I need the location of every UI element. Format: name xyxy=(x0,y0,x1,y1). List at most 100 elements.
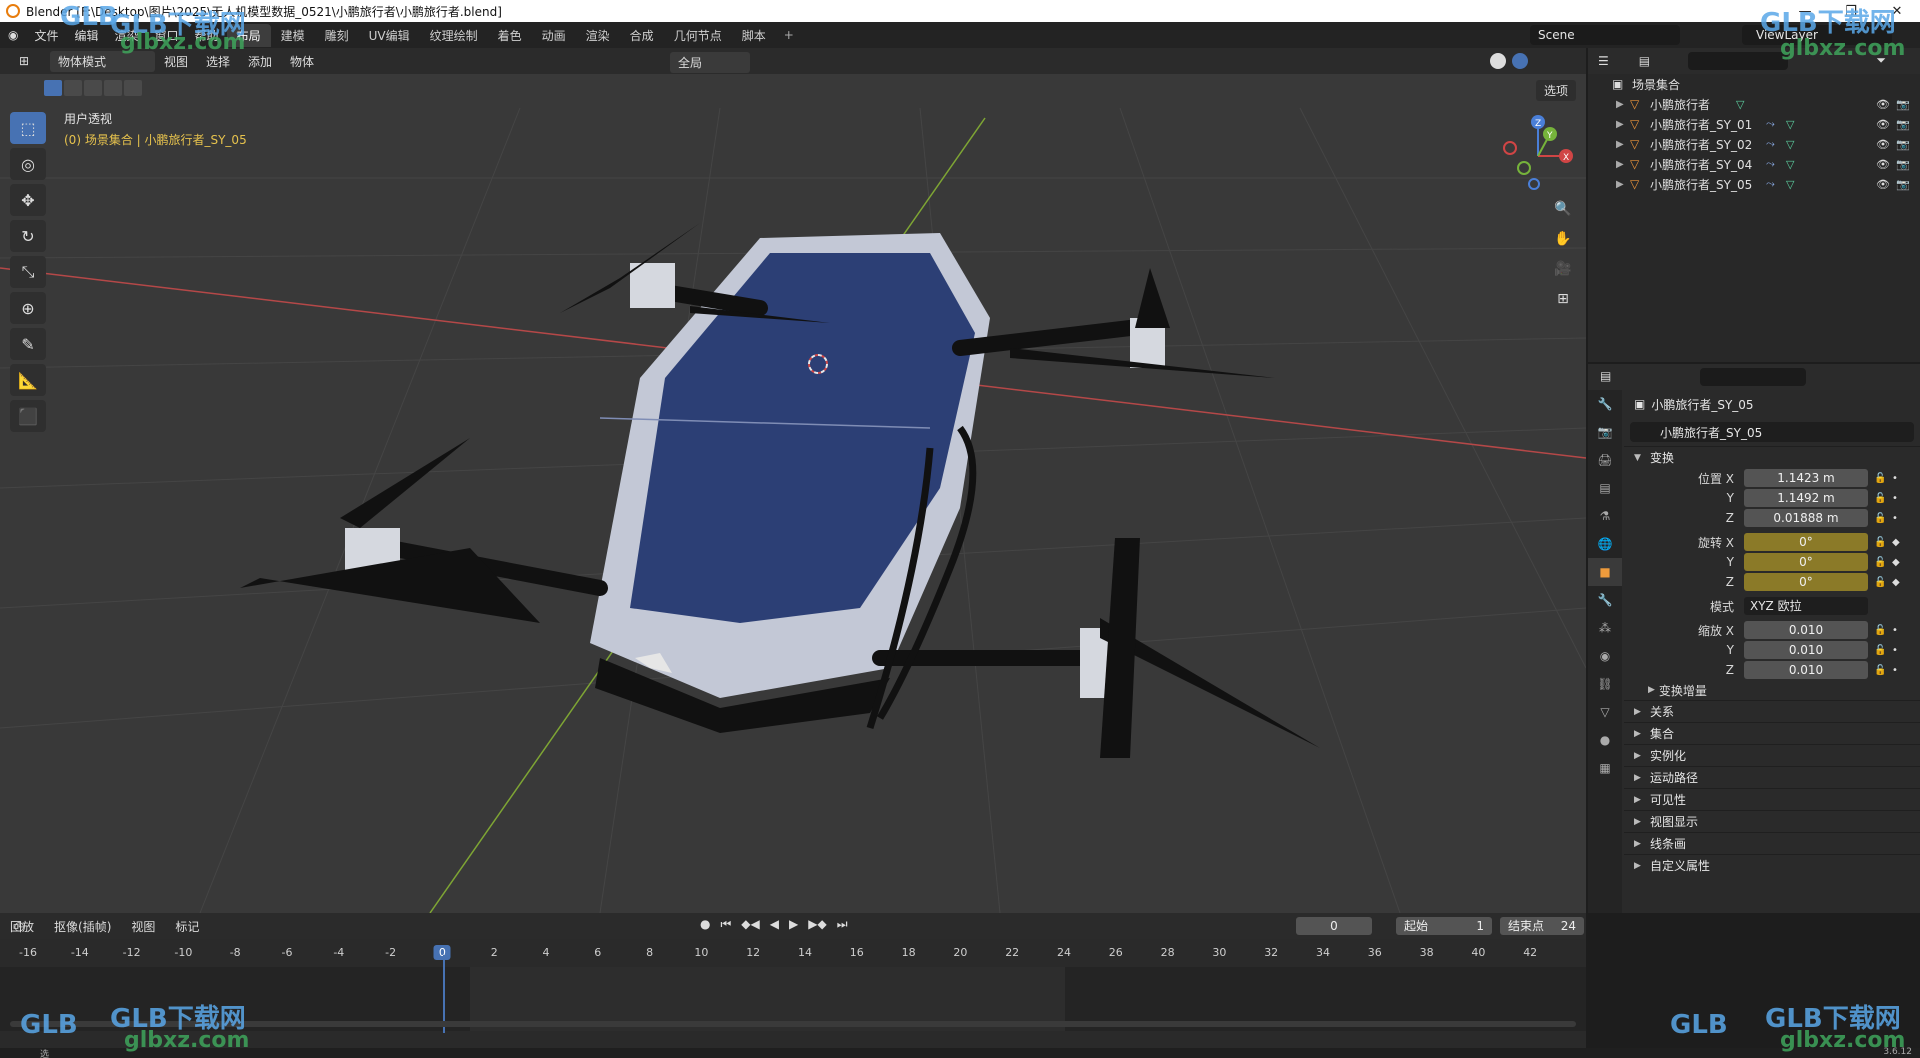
tab-texture-paint[interactable]: 纹理绘制 xyxy=(420,24,488,47)
texture-tab-icon[interactable]: ▦ xyxy=(1588,754,1622,782)
expand-arrow-icon[interactable]: ▶ xyxy=(1616,139,1630,150)
select-subtract-icon[interactable] xyxy=(84,80,102,96)
current-frame-field[interactable]: 0 xyxy=(1296,917,1372,935)
transform-tool-icon[interactable]: ⊕ xyxy=(10,292,46,324)
render-camera-icon[interactable]: 📷 xyxy=(1896,98,1910,111)
add-cube-tool-icon[interactable]: ⬛ xyxy=(10,400,46,432)
menu-add[interactable]: 添加 xyxy=(239,53,281,70)
lock-icon[interactable]: 🔓 xyxy=(1874,513,1886,524)
visibility-eye-icon[interactable]: 👁 xyxy=(1876,178,1890,191)
lock-icon[interactable]: 🔓 xyxy=(1874,645,1886,656)
tab-shading[interactable]: 着色 xyxy=(488,24,532,47)
scene-selector[interactable]: Scene xyxy=(1530,25,1680,45)
move-tool-icon[interactable]: ✥ xyxy=(10,184,46,216)
expand-arrow-icon[interactable]: ▶ xyxy=(1616,159,1630,170)
tab-modeling[interactable]: 建模 xyxy=(271,24,315,47)
select-intersect-icon[interactable] xyxy=(124,80,142,96)
material-tab-icon[interactable]: ● xyxy=(1588,726,1622,754)
location-z-field[interactable]: 0.01888 m xyxy=(1744,509,1868,527)
rotation-mode-select[interactable]: XYZ 欧拉 xyxy=(1744,597,1868,615)
render-camera-icon[interactable]: 📷 xyxy=(1896,138,1910,151)
menu-view[interactable]: 视图 xyxy=(155,53,197,70)
scene-tab-icon[interactable]: ⚗ xyxy=(1588,502,1622,530)
outliner-item-0[interactable]: ▶ ▽ 小鹏旅行者 ▽ 👁 📷 xyxy=(1588,94,1920,114)
ortho-grid-icon[interactable]: ⊞ xyxy=(1550,286,1576,312)
render-camera-icon[interactable]: 📷 xyxy=(1896,118,1910,131)
visibility-eye-icon[interactable]: 👁 xyxy=(1876,98,1890,111)
visibility-panel-header[interactable]: ▶ 可见性 xyxy=(1624,788,1920,810)
next-keyframe-icon[interactable]: ▶◆ xyxy=(808,917,826,932)
object-tab-icon[interactable]: ■ xyxy=(1588,558,1622,586)
tab-sculpting[interactable]: 雕刻 xyxy=(315,24,359,47)
instancing-panel-header[interactable]: ▶ 实例化 xyxy=(1624,744,1920,766)
select-invert-icon[interactable] xyxy=(104,80,122,96)
keyframe-dot-icon[interactable]: • xyxy=(1892,493,1898,504)
keyframe-dot-icon[interactable]: • xyxy=(1892,645,1898,656)
scale-x-field[interactable]: 0.010 xyxy=(1744,621,1868,639)
tab-geometry-nodes[interactable]: 几何节点 xyxy=(664,24,732,47)
menu-marker[interactable]: 标记 xyxy=(165,918,209,935)
properties-editor-icon[interactable]: ▤ xyxy=(1600,369,1611,383)
outliner-item-1[interactable]: ▶ ▽ 小鹏旅行者_SY_01 ⤳ ▽ 👁 📷 xyxy=(1588,114,1920,134)
location-x-field[interactable]: 1.1423 m xyxy=(1744,469,1868,487)
timeline-editor-icon[interactable]: ◷ xyxy=(14,919,24,933)
lock-icon[interactable]: 🔓 xyxy=(1874,625,1886,636)
options-button[interactable]: 选项 xyxy=(1535,80,1576,101)
start-frame-field[interactable]: 起始 1 xyxy=(1396,917,1492,935)
editor-type-icon[interactable]: ⊞ xyxy=(10,54,38,68)
visibility-eye-icon[interactable]: 👁 xyxy=(1876,158,1890,171)
annotate-tool-icon[interactable]: ✎ xyxy=(10,328,46,360)
prev-keyframe-icon[interactable]: ◆◀ xyxy=(741,917,759,932)
delta-transform-subpanel[interactable]: ▶ 变换增量 xyxy=(1624,680,1920,700)
rotate-tool-icon[interactable]: ↻ xyxy=(10,220,46,252)
lock-icon[interactable]: 🔓 xyxy=(1874,537,1886,548)
particles-tab-icon[interactable]: ⁂ xyxy=(1588,614,1622,642)
transform-panel-header[interactable]: ▼ 变换 xyxy=(1624,446,1920,468)
render-camera-icon[interactable]: 📷 xyxy=(1896,178,1910,191)
keyframe-dot-icon[interactable]: • xyxy=(1892,513,1898,524)
lock-icon[interactable]: 🔓 xyxy=(1874,493,1886,504)
visibility-eye-icon[interactable]: 👁 xyxy=(1876,118,1890,131)
visibility-eye-icon[interactable]: 👁 xyxy=(1876,138,1890,151)
record-icon[interactable]: ● xyxy=(700,917,710,932)
tool-tab-icon[interactable]: 🔧 xyxy=(1588,390,1622,418)
tab-scripting[interactable]: 脚本 xyxy=(732,24,776,47)
keyframe-dot-icon[interactable]: • xyxy=(1892,665,1898,676)
shading-solid-icon[interactable] xyxy=(1490,53,1506,69)
select-new-icon[interactable] xyxy=(44,80,62,96)
select-extend-icon[interactable] xyxy=(64,80,82,96)
keyframe-dot-icon[interactable]: • xyxy=(1892,625,1898,636)
tab-uv-editing[interactable]: UV编辑 xyxy=(359,24,420,47)
properties-search-input[interactable] xyxy=(1700,368,1806,386)
physics-tab-icon[interactable]: ◉ xyxy=(1588,642,1622,670)
blender-menu-icon[interactable]: ◉ xyxy=(0,28,26,42)
render-tab-icon[interactable]: 📷 xyxy=(1588,418,1622,446)
jump-start-icon[interactable]: ⏮ xyxy=(720,917,731,932)
outliner-item-4[interactable]: ▶ ▽ 小鹏旅行者_SY_05 ⤳ ▽ 👁 📷 xyxy=(1588,174,1920,194)
outliner-item-3[interactable]: ▶ ▽ 小鹏旅行者_SY_04 ⤳ ▽ 👁 📷 xyxy=(1588,154,1920,174)
outliner-item-2[interactable]: ▶ ▽ 小鹏旅行者_SY_02 ⤳ ▽ 👁 📷 xyxy=(1588,134,1920,154)
menu-select[interactable]: 选择 xyxy=(197,53,239,70)
lock-icon[interactable]: 🔓 xyxy=(1874,557,1886,568)
select-box-tool-icon[interactable]: ⬚ xyxy=(10,112,46,144)
menu-object[interactable]: 物体 xyxy=(281,53,323,70)
viewport-display-panel-header[interactable]: ▶ 视图显示 xyxy=(1624,810,1920,832)
lock-icon[interactable]: 🔓 xyxy=(1874,665,1886,676)
scale-y-field[interactable]: 0.010 xyxy=(1744,641,1868,659)
end-frame-field[interactable]: 结束点 24 xyxy=(1500,917,1584,935)
constraints-tab-icon[interactable]: ⛓ xyxy=(1588,670,1622,698)
menu-keying[interactable]: 抠像(插帧) xyxy=(44,918,121,935)
location-y-field[interactable]: 1.1492 m xyxy=(1744,489,1868,507)
jump-end-icon[interactable]: ⏭ xyxy=(837,917,848,932)
data-tab-icon[interactable]: ▽ xyxy=(1588,698,1622,726)
keyframe-diamond-icon[interactable]: ◆ xyxy=(1892,577,1900,588)
output-tab-icon[interactable]: 🖨 xyxy=(1588,446,1622,474)
scale-z-field[interactable]: 0.010 xyxy=(1744,661,1868,679)
line-art-panel-header[interactable]: ▶ 线条画 xyxy=(1624,832,1920,854)
shading-material-icon[interactable] xyxy=(1512,53,1528,69)
relations-panel-header[interactable]: ▶ 关系 xyxy=(1624,700,1920,722)
rotation-z-field[interactable]: 0° xyxy=(1744,573,1868,591)
camera-view-icon[interactable]: 🎥 xyxy=(1550,256,1576,282)
measure-tool-icon[interactable]: 📐 xyxy=(10,364,46,396)
rotation-y-field[interactable]: 0° xyxy=(1744,553,1868,571)
